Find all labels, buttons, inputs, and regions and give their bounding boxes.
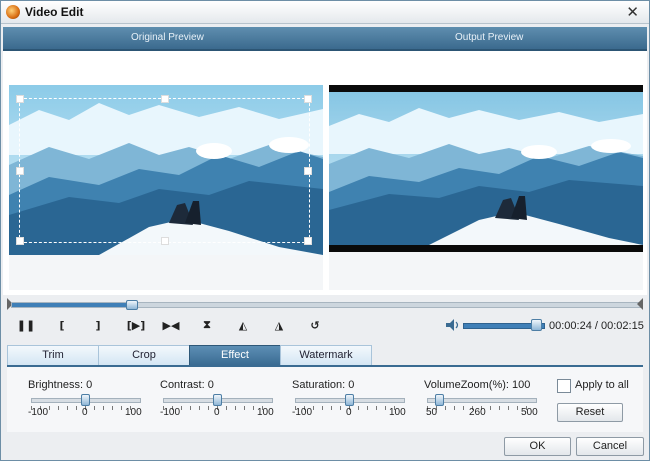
rotate-right-icon[interactable]: ◮: [270, 317, 288, 333]
volumezoom-mid: 260: [469, 407, 486, 418]
crop-handle-bottom[interactable]: [161, 237, 169, 245]
brightness-min: -100: [28, 407, 49, 418]
pause-button[interactable]: ❚❚: [17, 317, 35, 333]
brightness-max: 100: [125, 407, 142, 418]
preview-header: Original Preview Output Preview: [3, 27, 647, 51]
original-preview-pane[interactable]: [9, 85, 323, 290]
letterbox-bottom: [329, 245, 643, 252]
output-preview-pane: [329, 85, 643, 290]
volumezoom-label: VolumeZoom(%): 100: [424, 379, 530, 391]
brightness-thumb[interactable]: [81, 394, 90, 406]
saturation-value: 0: [348, 379, 355, 391]
volumezoom-label-text: VolumeZoom(%):: [424, 379, 509, 391]
tab-effect[interactable]: Effect: [189, 345, 281, 365]
ok-button[interactable]: OK: [504, 437, 571, 456]
volumezoom-min: 50: [426, 407, 438, 418]
output-video-frame: [329, 92, 643, 245]
tab-watermark[interactable]: Watermark: [280, 345, 372, 365]
mark-out-button[interactable]: ]: [89, 317, 107, 333]
saturation-mid: 0: [346, 407, 352, 418]
total-time: 00:02:15: [601, 320, 644, 332]
output-preview-label: Output Preview: [455, 32, 524, 43]
time-display: 00:00:24 / 00:02:15: [549, 320, 644, 332]
timeline-slider[interactable]: [7, 298, 643, 310]
apply-to-all-checkbox[interactable]: [557, 379, 571, 393]
playback-controls: ❚❚ [ ] [▶] ▶◀ ⧗ ◭ ◮ ↺ 00:00:24 / 00:02:1…: [1, 313, 649, 339]
current-time: 00:00:24: [549, 320, 592, 332]
contrast-mid: 0: [214, 407, 220, 418]
crop-handle-top-left[interactable]: [16, 95, 24, 103]
crop-handle-top-right[interactable]: [304, 95, 312, 103]
reset-button[interactable]: Reset: [557, 403, 623, 422]
timeline-thumb[interactable]: [126, 300, 139, 310]
title-bar[interactable]: Video Edit ✕: [1, 1, 649, 24]
crop-handle-bottom-left[interactable]: [16, 237, 24, 245]
play-segment-button[interactable]: [▶]: [125, 317, 147, 333]
volume-thumb[interactable]: [531, 319, 542, 331]
saturation-label-text: Saturation:: [292, 379, 346, 391]
saturation-max: 100: [389, 407, 406, 418]
brightness-value: 0: [86, 379, 93, 391]
timeline-progress: [12, 303, 132, 307]
letterbox-top: [329, 85, 643, 92]
time-separator: /: [591, 320, 601, 332]
crop-handle-left[interactable]: [16, 167, 24, 175]
contrast-max: 100: [257, 407, 274, 418]
video-edit-window: Video Edit ✕ Original Preview Output Pre…: [0, 0, 650, 461]
apply-to-all-label[interactable]: Apply to all: [575, 379, 629, 391]
tab-trim[interactable]: Trim: [7, 345, 99, 365]
tab-crop[interactable]: Crop: [98, 345, 190, 365]
volumezoom-thumb[interactable]: [434, 394, 444, 406]
timeline-track[interactable]: [11, 300, 641, 310]
saturation-thumb[interactable]: [345, 394, 354, 406]
undo-icon[interactable]: ↺: [306, 317, 324, 333]
crop-handle-right[interactable]: [304, 167, 312, 175]
brightness-label-text: Brightness:: [28, 379, 84, 391]
contrast-thumb[interactable]: [213, 394, 222, 406]
saturation-min: -100: [292, 407, 313, 418]
crop-handle-top[interactable]: [161, 95, 169, 103]
brightness-label: Brightness: 0: [28, 379, 92, 391]
saturation-label: Saturation: 0: [292, 379, 354, 391]
volumezoom-max: 500: [521, 407, 538, 418]
mark-in-button[interactable]: [: [53, 317, 71, 333]
brightness-mid: 0: [82, 407, 88, 418]
edit-tabs: Trim Crop Effect Watermark: [7, 345, 647, 365]
effect-panel: Brightness: 0 -100 0 100 Contrast: 0 -10…: [7, 365, 643, 433]
volume-icon[interactable]: [446, 319, 460, 331]
original-preview-label: Original Preview: [131, 32, 204, 43]
volumezoom-value: 100: [512, 379, 531, 391]
contrast-label-text: Contrast:: [160, 379, 205, 391]
rotate-left-icon[interactable]: ◭: [234, 317, 252, 333]
app-icon: [6, 5, 20, 19]
crop-rectangle[interactable]: [16, 95, 312, 245]
preview-area: [3, 51, 647, 295]
contrast-label: Contrast: 0: [160, 379, 214, 391]
crop-handle-bottom-right[interactable]: [304, 237, 312, 245]
cancel-button[interactable]: Cancel: [576, 437, 644, 456]
window-title: Video Edit: [25, 5, 84, 19]
next-frame-button[interactable]: ▶◀: [162, 317, 180, 333]
contrast-value: 0: [207, 379, 214, 391]
dialog-footer: OK Cancel: [1, 432, 649, 460]
fit-icon[interactable]: ⧗: [198, 317, 216, 333]
close-icon[interactable]: ✕: [626, 3, 639, 21]
timeline-end-marker: [637, 298, 643, 310]
contrast-min: -100: [160, 407, 181, 418]
